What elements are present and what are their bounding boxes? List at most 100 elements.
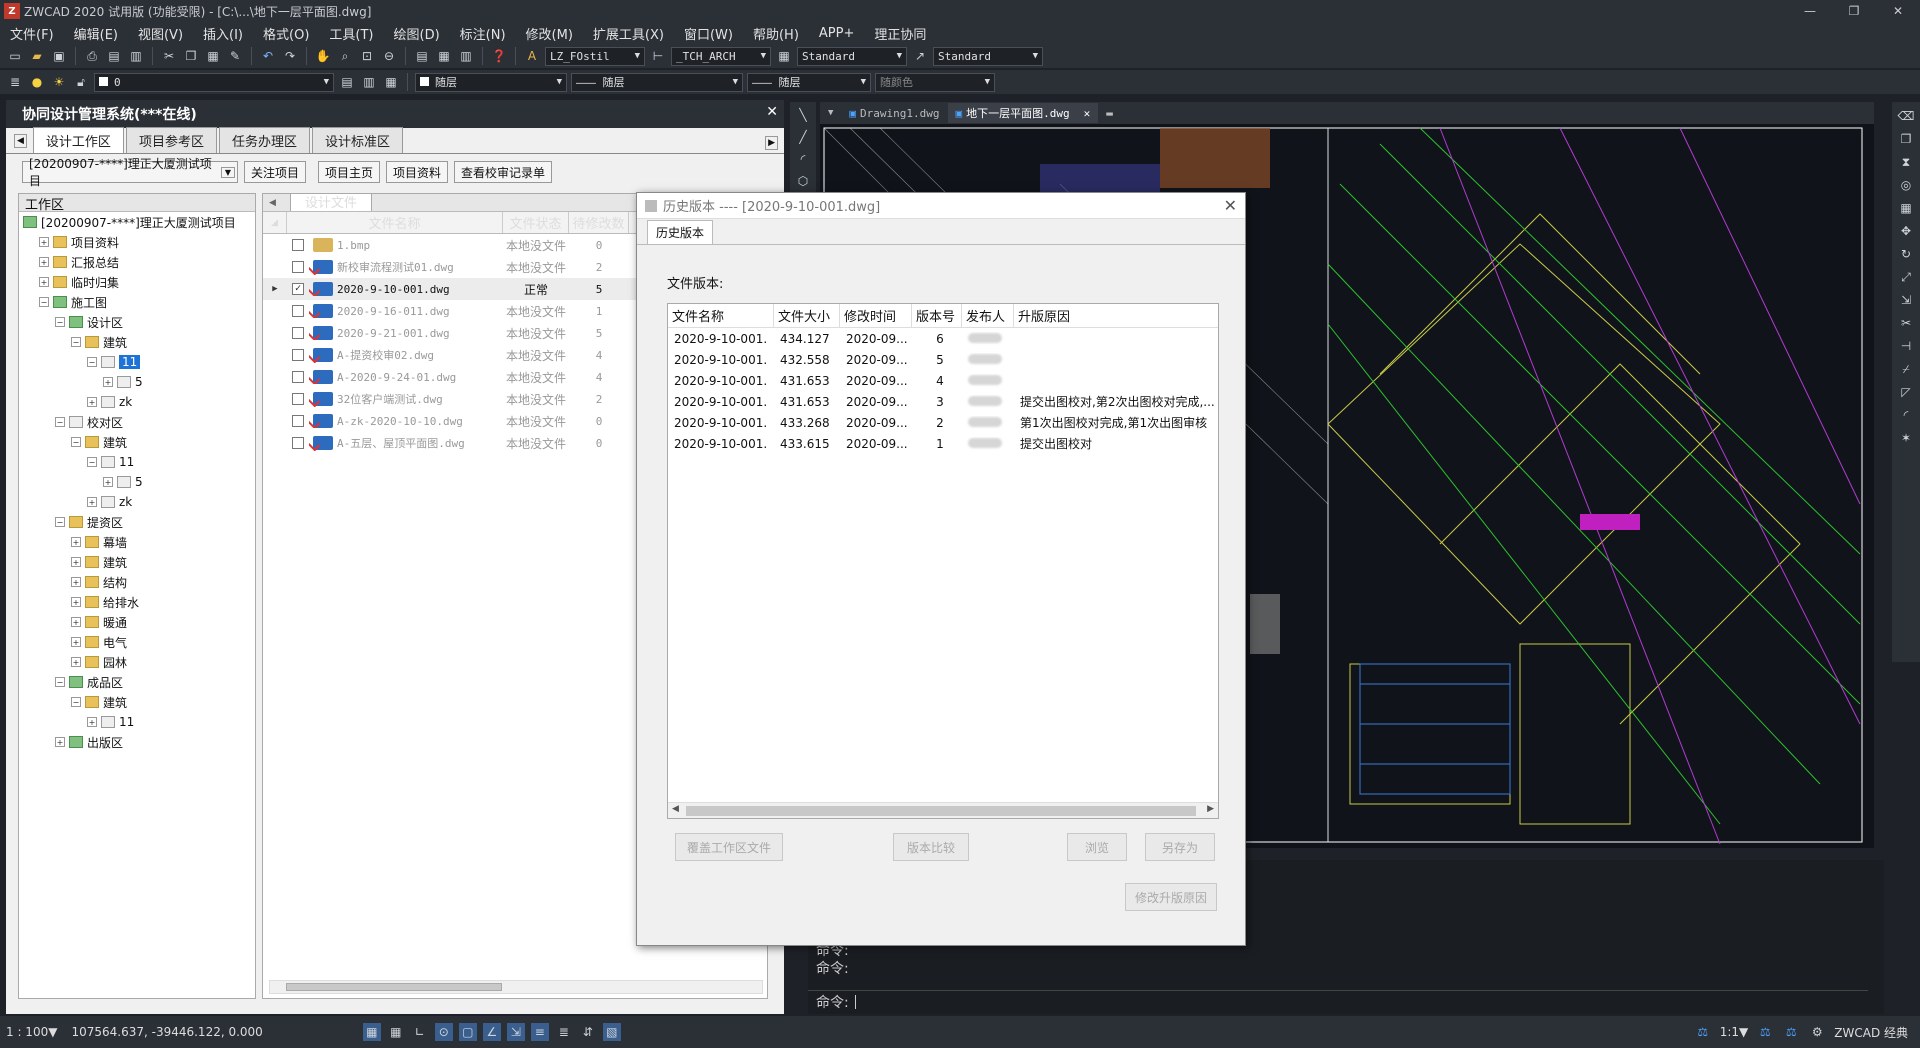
tree-node[interactable]: + 临时归集: [19, 272, 255, 292]
cut-icon[interactable]: ✂: [160, 47, 178, 65]
dim-style-icon[interactable]: ⊢: [649, 47, 667, 65]
pan-hand-icon[interactable]: ✋: [314, 47, 332, 65]
tree-node[interactable]: + 幕墙: [19, 532, 255, 552]
menu-item[interactable]: 格式(O): [253, 24, 319, 43]
expand-icon[interactable]: +: [87, 397, 97, 407]
copy-icon[interactable]: ❐: [182, 47, 200, 65]
file-checkbox[interactable]: [292, 327, 304, 339]
tab-drawing1[interactable]: ▣ Drawing1.dwg: [841, 103, 947, 123]
lineweight-select[interactable]: ——— 随层 ▼: [747, 72, 871, 92]
file-checkbox[interactable]: [292, 349, 304, 361]
project-home-button[interactable]: 项目主页: [318, 161, 381, 183]
file-checkbox[interactable]: [292, 415, 304, 427]
tree-node[interactable]: [20200907-****]理正大厦测试项目: [19, 212, 255, 232]
rotate-icon[interactable]: ↻: [1897, 245, 1915, 263]
chamfer-icon[interactable]: ◸: [1897, 383, 1915, 401]
copy-object-icon[interactable]: ❐: [1897, 130, 1915, 148]
overwrite-workspace-button[interactable]: 覆盖工作区文件: [675, 833, 783, 861]
multileader-style-icon[interactable]: ↗: [911, 47, 929, 65]
selection-cycle-icon[interactable]: ⇵: [579, 1023, 597, 1041]
tab-history-version[interactable]: 历史版本: [647, 220, 714, 244]
extend-icon[interactable]: ⊣: [1897, 337, 1915, 355]
col-reason[interactable]: 升版原因: [1014, 304, 1218, 327]
close-button[interactable]: ✕: [1876, 0, 1920, 22]
close-panel-icon[interactable]: ✕: [766, 104, 778, 120]
properties-icon[interactable]: ▤: [413, 47, 431, 65]
collapse-icon[interactable]: −: [39, 297, 49, 307]
zoom-icon[interactable]: ⌕: [336, 47, 354, 65]
help-icon[interactable]: ❓: [490, 47, 508, 65]
tree-node[interactable]: + 汇报总结: [19, 252, 255, 272]
collapse-icon[interactable]: −: [55, 317, 65, 327]
layer-lock-icon[interactable]: 🔓︎: [72, 73, 90, 91]
version-row[interactable]: 2020-9-10-001. 434.127 2020-09... 6: [668, 328, 1218, 349]
expand-icon[interactable]: +: [87, 717, 97, 727]
expand-icon[interactable]: +: [39, 237, 49, 247]
annotation-scale-icon[interactable]: ⚖: [1694, 1023, 1712, 1041]
tabs-menu-icon[interactable]: ▼: [820, 103, 841, 123]
polar-icon[interactable]: ⊙: [434, 1023, 453, 1041]
workspace-gear-icon[interactable]: ⚙: [1808, 1023, 1826, 1041]
offset-icon[interactable]: ◎: [1897, 176, 1915, 194]
expand-icon[interactable]: +: [71, 577, 81, 587]
menu-item[interactable]: APP+: [809, 26, 864, 41]
review-records-button[interactable]: 查看校审记录单: [454, 161, 553, 183]
menu-item[interactable]: 视图(V): [128, 24, 193, 43]
file-list-hscrollbar[interactable]: [269, 980, 763, 994]
text-style-icon[interactable]: A: [523, 47, 541, 65]
tab-design-files[interactable]: 设计文件: [289, 194, 372, 211]
collapse-icon[interactable]: −: [55, 417, 65, 427]
tabs-left-arrow-icon[interactable]: ◀: [14, 133, 27, 148]
table-style-icon[interactable]: ▦: [775, 47, 793, 65]
tree-node[interactable]: − 建筑: [19, 332, 255, 352]
browse-button[interactable]: 浏览: [1067, 833, 1127, 861]
file-checkbox[interactable]: [292, 371, 304, 383]
minimize-button[interactable]: —: [1788, 0, 1832, 22]
expand-icon[interactable]: +: [71, 617, 81, 627]
layer-manager-icon[interactable]: ≣: [6, 73, 24, 91]
explode-icon[interactable]: ✶: [1897, 429, 1915, 447]
file-checkbox[interactable]: [292, 305, 304, 317]
lineweight-icon[interactable]: ≡: [530, 1023, 549, 1041]
expand-icon[interactable]: +: [103, 377, 113, 387]
expand-icon[interactable]: +: [71, 637, 81, 647]
snap-grid-icon[interactable]: ▦: [362, 1023, 381, 1041]
dim-style-select[interactable]: _TCH_ARCH ▼: [671, 46, 771, 66]
menu-item[interactable]: 扩展工具(X): [583, 24, 674, 43]
osnap-icon[interactable]: ▢: [458, 1023, 477, 1041]
break-icon[interactable]: ⌿: [1897, 360, 1915, 378]
layer-previous-icon[interactable]: ▥: [360, 73, 378, 91]
file-checkbox[interactable]: [292, 261, 304, 273]
paste-icon[interactable]: ▦: [204, 47, 222, 65]
collapse-icon[interactable]: −: [71, 697, 81, 707]
tree-node[interactable]: − 施工图: [19, 292, 255, 312]
collapse-icon[interactable]: −: [71, 437, 81, 447]
tab-standards[interactable]: 设计标准区: [311, 127, 403, 153]
version-row[interactable]: 2020-9-10-001. 432.558 2020-09... 5: [668, 349, 1218, 370]
arc-tool-icon[interactable]: ◜: [794, 150, 812, 168]
expand-icon[interactable]: +: [71, 537, 81, 547]
make-current-layer-icon[interactable]: ▤: [338, 73, 356, 91]
save-as-button[interactable]: 另存为: [1145, 833, 1215, 861]
tree-node[interactable]: +5: [19, 372, 255, 392]
text-style-select[interactable]: LZ_FOstil ▼: [545, 46, 645, 66]
annotation-visibility-icon[interactable]: ⚖: [1756, 1023, 1774, 1041]
expand-icon[interactable]: +: [71, 657, 81, 667]
collapse-arrow-icon[interactable]: ◀: [269, 198, 276, 208]
fillet-icon[interactable]: ◜: [1897, 406, 1915, 424]
polyline-tool-icon[interactable]: ╱: [794, 128, 812, 146]
expand-icon[interactable]: +: [39, 277, 49, 287]
save-icon[interactable]: ▣: [50, 47, 68, 65]
workspace-name[interactable]: ZWCAD 经典: [1834, 1024, 1908, 1041]
annotation-scale[interactable]: 1:1▼: [1720, 1025, 1749, 1039]
col-size[interactable]: 文件大小: [774, 304, 840, 327]
tree-node[interactable]: + zk: [19, 392, 255, 412]
file-checkbox[interactable]: [292, 393, 304, 405]
match-properties-icon[interactable]: ✎: [226, 47, 244, 65]
collapse-icon[interactable]: −: [71, 337, 81, 347]
tab-reference[interactable]: 项目参考区: [125, 127, 217, 153]
version-row[interactable]: 2020-9-10-001. 431.653 2020-09... 4: [668, 370, 1218, 391]
tree-node[interactable]: − 建筑: [19, 432, 255, 452]
col-file-status[interactable]: 文件状态: [503, 212, 569, 233]
col-pending-count[interactable]: 待修改数: [569, 212, 629, 233]
